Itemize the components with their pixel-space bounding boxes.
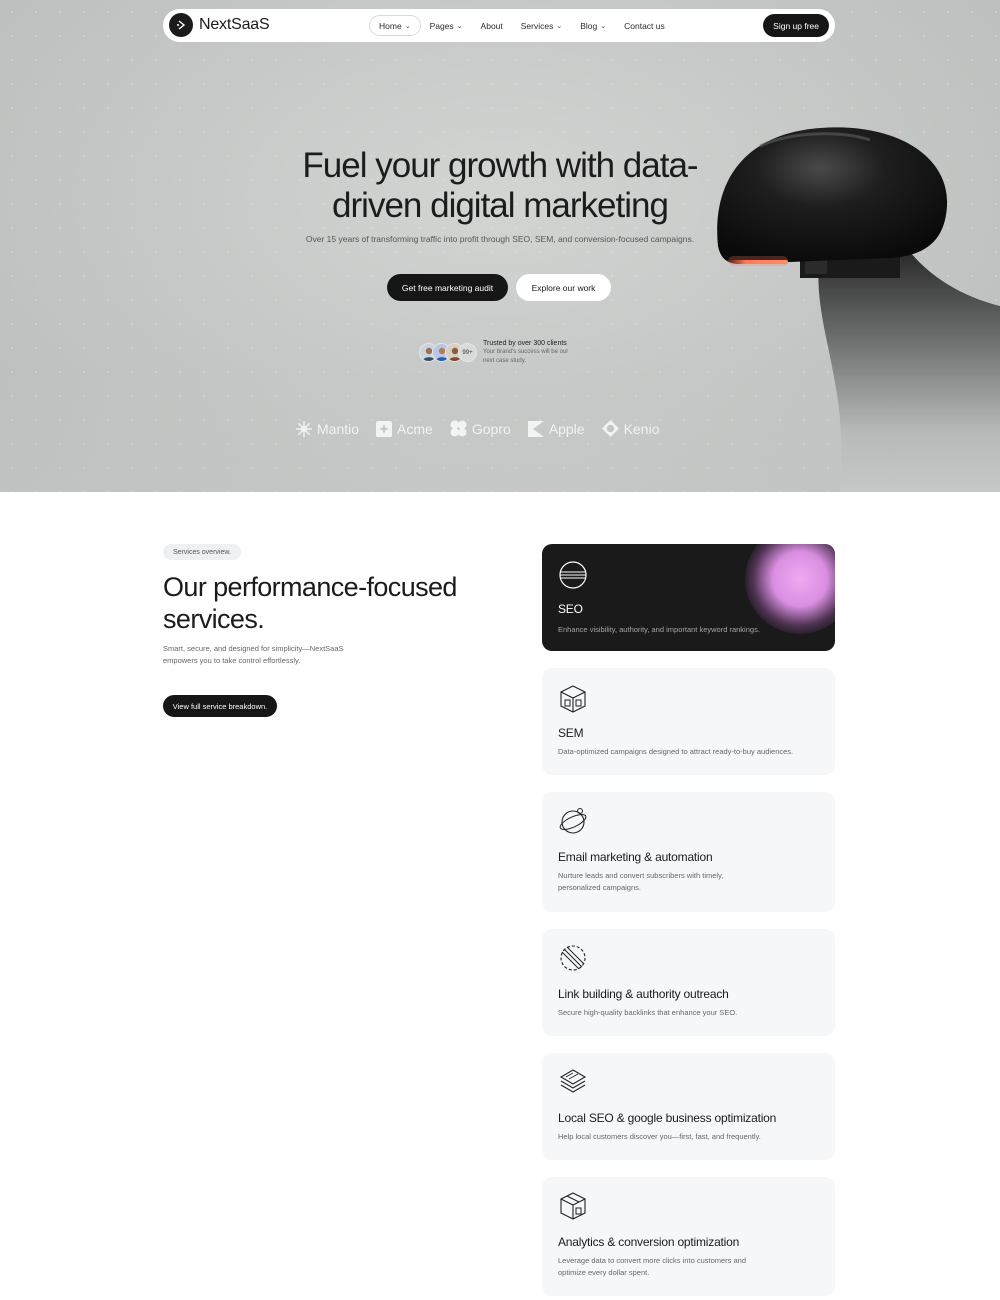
hero-section: NextSaaS Home ⌄ Pages ⌄ About Services ⌄ Bl… [0, 0, 1000, 492]
card-description: Data-optimized campaigns designed to att… [558, 747, 794, 756]
brand-name: NextSaaS [199, 16, 270, 34]
card-title: Link building & authority outreach [558, 987, 729, 1001]
hero-title-line-2: driven digital marketing [332, 186, 669, 225]
service-card-link-building[interactable]: Link building & authority outreach Secur… [542, 929, 835, 1036]
brand-acme: Acme [376, 420, 433, 437]
card-title: Analytics & conversion optimization [558, 1235, 740, 1249]
orbit-icon [559, 808, 587, 834]
card-title: Local SEO & google business optimization [558, 1111, 777, 1125]
logo-arrow-icon [169, 13, 193, 37]
box-icon [560, 1192, 586, 1220]
signup-button[interactable]: Sign up free [763, 14, 829, 37]
view-breakdown-button[interactable]: View full service breakdown. [163, 695, 277, 717]
chevron-down-icon: ⌄ [600, 22, 607, 30]
brand-name: Apple [548, 420, 585, 437]
brand-mantio: Mantio [296, 420, 360, 437]
striped-circle-icon [560, 945, 586, 971]
trust-title: Trusted by over 300 clients [483, 340, 567, 347]
services-title-line-2: services. [163, 604, 265, 634]
brand-gopro: Gopro [450, 420, 511, 437]
hero-title-line-1: Fuel your growth with data- [302, 146, 698, 185]
diamond-ring-icon [601, 420, 619, 437]
nav-item-home[interactable]: Home ⌄ [369, 15, 421, 36]
layers-icon [559, 1069, 587, 1093]
sphere-icon [559, 561, 587, 589]
chevron-down-icon: ⌄ [556, 22, 563, 30]
cube-icon [560, 685, 586, 713]
nav-item-label: Services [520, 20, 554, 31]
services-title-line-1: Our performance-focused [163, 572, 457, 602]
trust-badge: 99+ Trusted by over 300 clients Your bra… [419, 339, 575, 366]
service-card-seo[interactable]: SEO Enhance visibility, authority, and i… [542, 544, 835, 651]
nav-item-contact[interactable]: Contact us [615, 15, 674, 36]
top-navbar: NextSaaS Home ⌄ Pages ⌄ About Services ⌄ Bl… [163, 9, 835, 42]
card-description: Help local customers discover you—first,… [558, 1132, 761, 1141]
square-star-icon [376, 420, 393, 437]
nav-links: Home ⌄ Pages ⌄ About Services ⌄ Blog ⌄ Conta… [369, 15, 674, 36]
sunburst-icon [296, 420, 312, 437]
card-title: Email marketing & automation [558, 850, 713, 864]
service-card-analytics[interactable]: Analytics & conversion optimization Leve… [542, 1177, 835, 1296]
brand-logo[interactable]: NextSaaS [169, 13, 270, 37]
hero-subtitle: Over 15 years of transforming traffic in… [305, 234, 695, 244]
services-description: Smart, secure, and designed for simplici… [163, 644, 344, 665]
card-title: SEM [558, 726, 584, 740]
card-description: Nurture leads and convert subscribers wi… [558, 871, 724, 892]
trust-text: Trusted by over 300 clients Your brand's… [483, 339, 575, 366]
brand-name: Gopro [471, 420, 511, 437]
nav-item-label: About [480, 20, 503, 31]
nav-item-about[interactable]: About [472, 15, 512, 36]
nav-item-label: Home [379, 20, 402, 31]
card-description: Enhance visibility, authority, and impor… [558, 625, 760, 634]
brand-apple: Apple [527, 420, 585, 437]
brand-name: Acme [397, 420, 433, 437]
trust-description: Your brand's success will be our next ca… [483, 349, 569, 364]
k-shape-icon [527, 420, 544, 437]
brand-logos-row: Mantio Acme Gopro Apple Kenio [296, 420, 659, 437]
card-description: Secure high-quality backlinks that enhan… [558, 1008, 738, 1017]
brand-kenio: Kenio [601, 420, 660, 437]
brand-name: Mantio [317, 420, 360, 437]
services-title: Our performance-focused services. [163, 571, 503, 635]
hero-title: Fuel your growth with data-driven digita… [250, 146, 750, 226]
nav-item-services[interactable]: Services ⌄ [512, 15, 571, 36]
service-card-local-seo[interactable]: Local SEO & google business optimization… [542, 1053, 835, 1160]
nav-item-blog[interactable]: Blog ⌄ [571, 15, 615, 36]
brand-name: Kenio [623, 420, 660, 437]
nav-item-pages[interactable]: Pages ⌄ [421, 15, 472, 36]
explore-work-button[interactable]: Explore our work [516, 274, 611, 301]
nav-item-label: Pages [429, 20, 454, 31]
nav-item-label: Contact us [624, 20, 665, 31]
avatar-count: 99+ [458, 343, 477, 362]
client-avatars: 99+ [419, 343, 477, 362]
brand-name-second: SaaS [231, 16, 270, 33]
card-title: SEO [558, 602, 583, 616]
get-audit-button[interactable]: Get free marketing audit [387, 274, 508, 301]
gradient-glow [745, 544, 835, 634]
section-tag: Services overview. [163, 544, 241, 560]
chevron-down-icon: ⌄ [404, 22, 411, 30]
card-description: Leverage data to convert more clicks int… [558, 1256, 747, 1277]
service-card-sem[interactable]: SEM Data-optimized campaigns designed to… [542, 668, 835, 775]
service-card-email[interactable]: Email marketing & automation Nurture lea… [542, 792, 835, 912]
clover-icon [450, 420, 467, 437]
brand-name-first: Next [199, 16, 232, 33]
nav-item-label: Blog [580, 20, 598, 31]
chevron-down-icon: ⌄ [456, 22, 463, 30]
